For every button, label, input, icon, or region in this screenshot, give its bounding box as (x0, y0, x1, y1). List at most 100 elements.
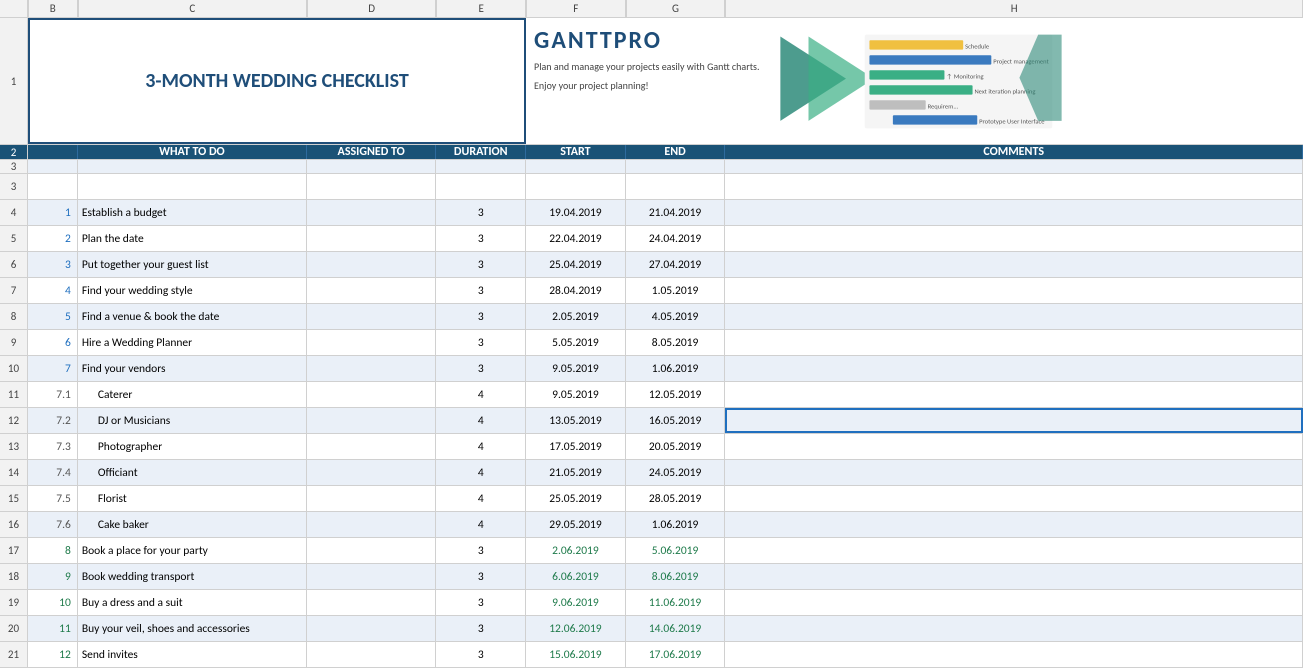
cell-4-num[interactable]: 1 (28, 200, 78, 225)
cell-13-comment[interactable] (725, 434, 1303, 459)
cell-12-comment[interactable] (725, 408, 1303, 433)
cell-10-task[interactable]: Find your vendors (78, 356, 307, 381)
cell-12-assigned[interactable] (307, 408, 437, 433)
cell-7-end[interactable]: 1.05.2019 (626, 278, 726, 303)
cell-12-num[interactable]: 7.2 (28, 408, 78, 433)
cell-18-duration[interactable]: 3 (436, 564, 526, 589)
cell-10-num[interactable]: 7 (28, 356, 78, 381)
cell-8-num[interactable]: 5 (28, 304, 78, 329)
cell-18-assigned[interactable] (307, 564, 437, 589)
cell-5-assigned[interactable] (307, 226, 437, 251)
cell-13-start[interactable]: 17.05.2019 (526, 434, 626, 459)
cell-3-f[interactable] (526, 160, 626, 173)
cell-13-end[interactable]: 20.05.2019 (626, 434, 726, 459)
cell-17-task[interactable]: Book a place for your party (78, 538, 307, 563)
cell-5-task[interactable]: Plan the date (78, 226, 307, 251)
cell-19-end[interactable]: 11.06.2019 (626, 590, 726, 615)
cell-17-duration[interactable]: 3 (436, 538, 526, 563)
cell-7-task[interactable]: Find your wedding style (78, 278, 307, 303)
cell-19-assigned[interactable] (307, 590, 437, 615)
cell-8-task[interactable]: Find a venue & book the date (78, 304, 307, 329)
cell-12-start[interactable]: 13.05.2019 (526, 408, 626, 433)
cell-17-start[interactable]: 2.06.2019 (526, 538, 626, 563)
cell-8-start[interactable]: 2.05.2019 (526, 304, 626, 329)
cell-20-comment[interactable] (725, 616, 1303, 641)
cell-6-num[interactable]: 3 (28, 252, 78, 277)
cell-17-comment[interactable] (725, 538, 1303, 563)
cell-8-assigned[interactable] (307, 304, 437, 329)
cell-6-assigned[interactable] (307, 252, 437, 277)
cell-13-task[interactable]: Photographer (78, 434, 307, 459)
cell-8-duration[interactable]: 3 (436, 304, 526, 329)
cell-20-assigned[interactable] (307, 616, 437, 641)
cell-14-end[interactable]: 24.05.2019 (626, 460, 726, 485)
cell-10-comment[interactable] (725, 356, 1303, 381)
cell-18-num[interactable]: 9 (28, 564, 78, 589)
cell-16-assigned[interactable] (307, 512, 437, 537)
cell-11-assigned[interactable] (307, 382, 437, 407)
cell-8-comment[interactable] (725, 304, 1303, 329)
cell-19-duration[interactable]: 3 (436, 590, 526, 615)
cell-21-num[interactable]: 12 (28, 642, 78, 667)
cell-14-start[interactable]: 21.05.2019 (526, 460, 626, 485)
cell-3-h[interactable] (725, 160, 1303, 173)
cell-17-assigned[interactable] (307, 538, 437, 563)
cell-12-task[interactable]: DJ or Musicians (78, 408, 307, 433)
cell-13-assigned[interactable] (307, 434, 437, 459)
cell-18-start[interactable]: 6.06.2019 (526, 564, 626, 589)
cell-14-comment[interactable] (725, 460, 1303, 485)
cell-6-end[interactable]: 27.04.2019 (626, 252, 726, 277)
cell-18-task[interactable]: Book wedding transport (78, 564, 307, 589)
cell-21-end[interactable]: 17.06.2019 (626, 642, 726, 667)
cell-16-end[interactable]: 1.06.2019 (626, 512, 726, 537)
cell-9-assigned[interactable] (307, 330, 437, 355)
cell-20-end[interactable]: 14.06.2019 (626, 616, 726, 641)
cell-11-duration[interactable]: 4 (436, 382, 526, 407)
cell-3-num[interactable] (28, 174, 78, 199)
cell-21-comment[interactable] (725, 642, 1303, 667)
cell-16-task[interactable]: Cake baker (78, 512, 307, 537)
cell-14-task[interactable]: Officiant (78, 460, 307, 485)
cell-17-end[interactable]: 5.06.2019 (626, 538, 726, 563)
cell-6-comment[interactable] (725, 252, 1303, 277)
cell-8-end[interactable]: 4.05.2019 (626, 304, 726, 329)
cell-20-start[interactable]: 12.06.2019 (526, 616, 626, 641)
cell-10-start[interactable]: 9.05.2019 (526, 356, 626, 381)
cell-3-start[interactable] (526, 174, 626, 199)
cell-21-task[interactable]: Send invites (78, 642, 307, 667)
cell-3-c[interactable] (78, 160, 307, 173)
cell-3-b[interactable] (28, 160, 78, 173)
cell-3-comment[interactable] (725, 174, 1303, 199)
cell-19-start[interactable]: 9.06.2019 (526, 590, 626, 615)
cell-19-task[interactable]: Buy a dress and a suit (78, 590, 307, 615)
cell-3-duration[interactable] (436, 174, 526, 199)
cell-9-end[interactable]: 8.05.2019 (626, 330, 726, 355)
cell-19-num[interactable]: 10 (28, 590, 78, 615)
cell-10-duration[interactable]: 3 (436, 356, 526, 381)
cell-6-duration[interactable]: 3 (436, 252, 526, 277)
cell-15-assigned[interactable] (307, 486, 437, 511)
cell-4-task[interactable]: Establish a budget (78, 200, 307, 225)
cell-7-comment[interactable] (725, 278, 1303, 303)
cell-7-start[interactable]: 28.04.2019 (526, 278, 626, 303)
cell-20-duration[interactable]: 3 (436, 616, 526, 641)
cell-14-assigned[interactable] (307, 460, 437, 485)
cell-10-assigned[interactable] (307, 356, 437, 381)
cell-7-assigned[interactable] (307, 278, 437, 303)
cell-18-comment[interactable] (725, 564, 1303, 589)
cell-5-end[interactable]: 24.04.2019 (626, 226, 726, 251)
cell-12-end[interactable]: 16.05.2019 (626, 408, 726, 433)
cell-21-start[interactable]: 15.06.2019 (526, 642, 626, 667)
cell-4-assigned[interactable] (307, 200, 437, 225)
cell-3-e[interactable] (436, 160, 526, 173)
cell-6-task[interactable]: Put together your guest list (78, 252, 307, 277)
cell-3-end[interactable] (626, 174, 726, 199)
cell-16-start[interactable]: 29.05.2019 (526, 512, 626, 537)
cell-11-start[interactable]: 9.05.2019 (526, 382, 626, 407)
cell-15-comment[interactable] (725, 486, 1303, 511)
cell-21-duration[interactable]: 3 (436, 642, 526, 667)
cell-5-num[interactable]: 2 (28, 226, 78, 251)
cell-11-num[interactable]: 7.1 (28, 382, 78, 407)
cell-21-assigned[interactable] (307, 642, 437, 667)
cell-5-comment[interactable] (725, 226, 1303, 251)
